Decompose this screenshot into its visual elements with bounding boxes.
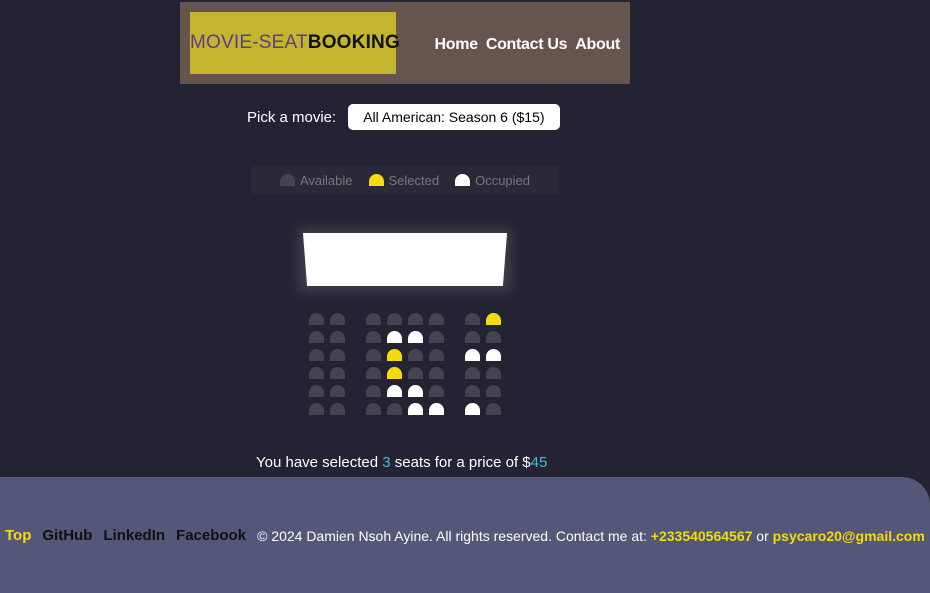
footer-facebook-link[interactable]: Facebook: [176, 527, 246, 544]
seat-available[interactable]: [408, 349, 423, 361]
seat-available[interactable]: [366, 385, 381, 397]
seat-available[interactable]: [330, 349, 345, 361]
seat-available[interactable]: [330, 367, 345, 379]
footer-copyright: © 2024 Damien Nsoh Ayine. All rights res…: [257, 528, 925, 544]
seat-selected[interactable]: [486, 313, 501, 325]
seat-available[interactable]: [486, 385, 501, 397]
seat-available[interactable]: [366, 349, 381, 361]
seat-available[interactable]: [486, 367, 501, 379]
seat-available[interactable]: [408, 313, 423, 325]
contact-or: or: [756, 527, 769, 544]
seat-occupied: [408, 403, 423, 415]
seat-selected[interactable]: [387, 367, 402, 379]
seat-available[interactable]: [429, 313, 444, 325]
seat-available[interactable]: [465, 367, 480, 379]
seat-occupied: [486, 349, 501, 361]
seat-available[interactable]: [309, 385, 324, 397]
footer-github-link[interactable]: GitHub: [42, 527, 92, 544]
seat-available[interactable]: [465, 331, 480, 343]
seat-occupied: [465, 403, 480, 415]
seat-available[interactable]: [486, 403, 501, 415]
seat-available[interactable]: [465, 385, 480, 397]
seat-occupied: [387, 331, 402, 343]
summary-middle: seats for a price of $: [394, 454, 531, 471]
seat-occupied: [408, 331, 423, 343]
seat-occupied: [465, 349, 480, 361]
seat-available[interactable]: [387, 403, 402, 415]
seat-available[interactable]: [366, 403, 381, 415]
booking-summary: You have selected 3 seats for a price of…: [256, 454, 547, 471]
summary-prefix: You have selected: [256, 454, 379, 471]
seat-available[interactable]: [309, 313, 324, 325]
seat-available[interactable]: [309, 331, 324, 343]
copyright-text: © 2024 Damien Nsoh Ayine. All rights res…: [257, 527, 647, 544]
seat-available[interactable]: [366, 367, 381, 379]
seat-available[interactable]: [429, 367, 444, 379]
seat-available[interactable]: [486, 331, 501, 343]
seat-available[interactable]: [309, 367, 324, 379]
seat-available[interactable]: [330, 313, 345, 325]
seat-available[interactable]: [309, 349, 324, 361]
total-price: 45: [530, 454, 548, 471]
site-footer: Top GitHub LinkedIn Facebook © 2024 Dami…: [0, 477, 930, 593]
seat-available[interactable]: [330, 403, 345, 415]
seat-occupied: [429, 403, 444, 415]
contact-phone[interactable]: +233540564567: [651, 528, 753, 544]
seat-available[interactable]: [366, 331, 381, 343]
seat-available[interactable]: [330, 331, 345, 343]
seat-available[interactable]: [330, 385, 345, 397]
footer-top-link[interactable]: Top: [5, 527, 31, 544]
seat-available[interactable]: [408, 367, 423, 379]
footer-linkedin-link[interactable]: LinkedIn: [103, 527, 165, 544]
seat-available[interactable]: [429, 349, 444, 361]
selected-seat-count: 3: [382, 454, 391, 471]
seat-available[interactable]: [429, 385, 444, 397]
seat-available[interactable]: [387, 313, 402, 325]
seat-available[interactable]: [366, 313, 381, 325]
seat-selected[interactable]: [387, 349, 402, 361]
seat-available[interactable]: [309, 403, 324, 415]
footer-links: Top GitHub LinkedIn Facebook © 2024 Dami…: [5, 527, 925, 544]
seat-available[interactable]: [465, 313, 480, 325]
contact-email[interactable]: psycaro20@gmail.com: [773, 528, 925, 544]
seat-available[interactable]: [429, 331, 444, 343]
seat-occupied: [408, 385, 423, 397]
seat-occupied: [387, 385, 402, 397]
